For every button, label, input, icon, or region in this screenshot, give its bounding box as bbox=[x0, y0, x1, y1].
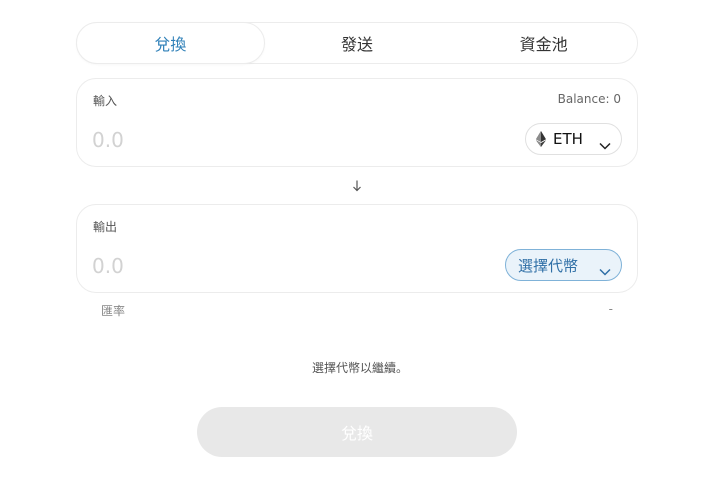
output-panel-label: 輸出 bbox=[93, 220, 118, 234]
input-panel: 輸入 Balance: 0 ETH bbox=[76, 78, 638, 167]
input-token-symbol: ETH bbox=[553, 130, 583, 148]
switch-direction-arrow-icon[interactable] bbox=[351, 178, 363, 194]
tab-swap[interactable]: 兌換 bbox=[76, 22, 265, 64]
tab-pool[interactable]: 資金池 bbox=[450, 23, 637, 63]
output-panel: 輸出 選擇代幣 bbox=[76, 204, 638, 293]
input-token-select-button[interactable]: ETH bbox=[525, 123, 622, 155]
output-amount-field[interactable] bbox=[92, 251, 392, 281]
swap-tabs: 兌換 發送 資金池 bbox=[76, 22, 638, 64]
exchange-rate-label: 匯率 bbox=[101, 304, 126, 318]
chevron-down-icon bbox=[599, 261, 611, 276]
output-token-select-button[interactable]: 選擇代幣 bbox=[505, 249, 622, 281]
swap-button[interactable]: 兌換 bbox=[197, 407, 517, 457]
tab-send[interactable]: 發送 bbox=[264, 23, 451, 63]
chevron-down-icon bbox=[599, 135, 611, 150]
select-token-label: 選擇代幣 bbox=[518, 256, 579, 275]
input-amount-field[interactable] bbox=[92, 125, 392, 155]
select-token-hint: 選擇代幣以繼續。 bbox=[311, 361, 408, 375]
input-balance: Balance: 0 bbox=[557, 92, 621, 106]
exchange-rate-value: - bbox=[608, 302, 613, 316]
input-panel-label: 輸入 bbox=[93, 94, 118, 108]
ethereum-icon bbox=[536, 131, 546, 147]
